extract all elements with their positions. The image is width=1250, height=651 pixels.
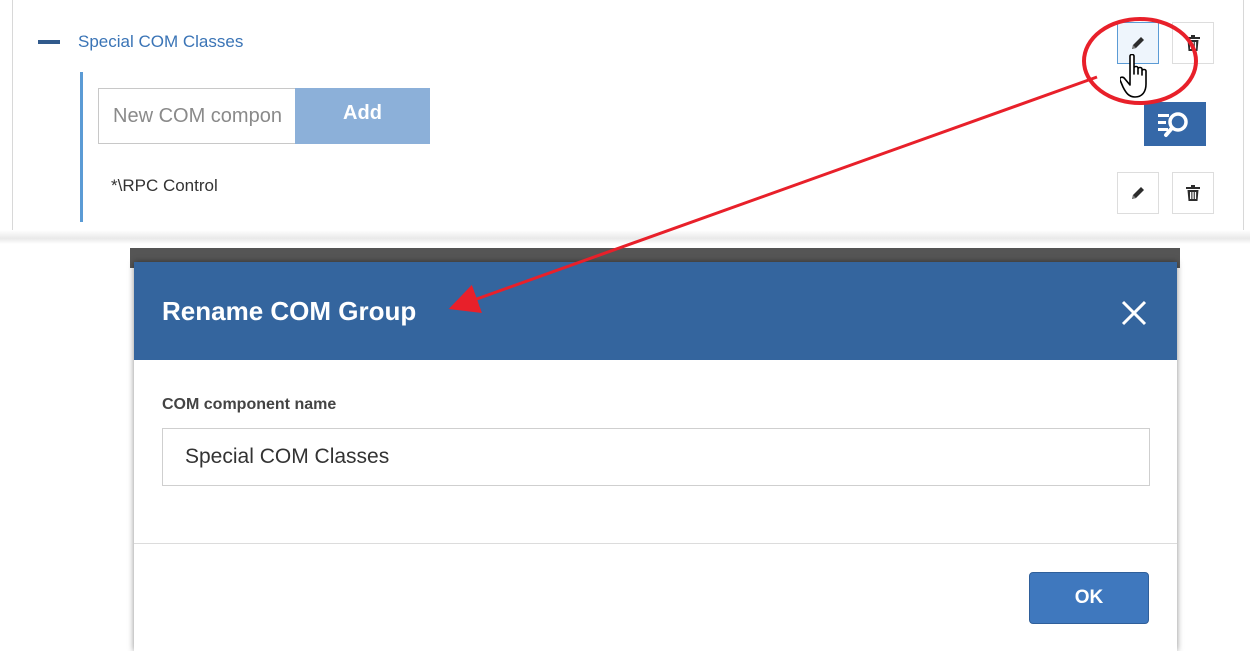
collapse-minus-icon[interactable] (38, 40, 60, 44)
com-item-label: *\RPC Control (111, 176, 218, 195)
panel-torn-edge (0, 230, 1250, 244)
edit-item-button[interactable] (1117, 172, 1159, 214)
trash-icon (1186, 185, 1200, 201)
dialog-divider (134, 543, 1177, 544)
new-com-component-input[interactable] (98, 88, 295, 144)
add-button[interactable]: Add (295, 88, 430, 144)
dialog-title: Rename COM Group (162, 296, 417, 326)
com-component-name-input[interactable] (162, 428, 1150, 486)
com-component-name-label: COM component name (162, 396, 337, 413)
hand-cursor-icon (1120, 54, 1147, 98)
filter-search-icon (1158, 112, 1188, 137)
trash-icon (1186, 35, 1200, 51)
rename-com-group-dialog: Rename COM Group COM component name OK (134, 262, 1177, 651)
delete-item-button[interactable] (1172, 172, 1214, 214)
group-label-special-com-classes[interactable]: Special COM Classes (78, 32, 243, 52)
delete-group-button[interactable] (1172, 22, 1214, 64)
pencil-icon (1132, 37, 1144, 49)
dialog-header: Rename COM Group (134, 262, 1177, 360)
filter-search-button[interactable] (1144, 102, 1206, 146)
tree-connector-line (80, 72, 83, 222)
pencil-icon (1132, 187, 1144, 199)
close-icon[interactable] (1119, 298, 1149, 328)
ok-button[interactable]: OK (1029, 572, 1149, 624)
